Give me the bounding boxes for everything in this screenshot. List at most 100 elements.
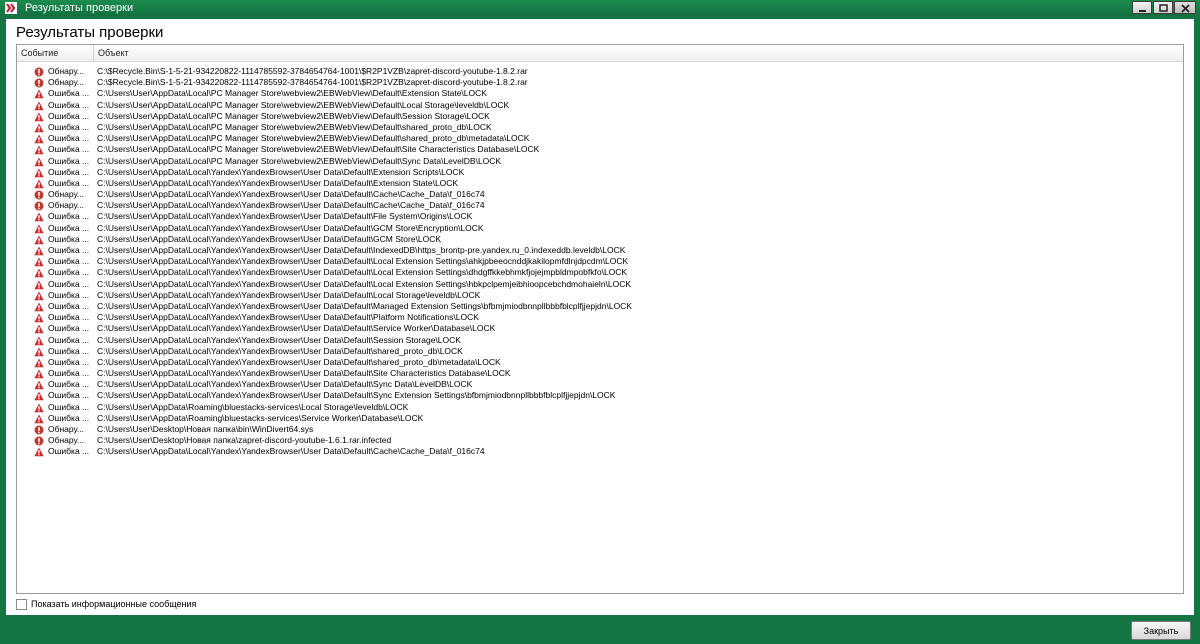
event-cell: Ошибка ... (48, 390, 90, 401)
object-path-cell: C:\Users\User\AppData\Local\Yandex\Yande… (97, 312, 479, 323)
warning-triangle-icon (34, 302, 44, 312)
object-path-cell: C:\$Recycle.Bin\S-1-5-21-934220822-11147… (97, 77, 528, 88)
table-row[interactable]: Ошибка ... C:\Users\User\AppData\Local\Ya… (17, 368, 1183, 379)
table-row[interactable]: Ошибка ... C:\Users\User\AppData\Local\Ya… (17, 256, 1183, 267)
table-row[interactable]: Ошибка ... C:\Users\User\AppData\Local\Ya… (17, 335, 1183, 346)
show-info-messages-option[interactable]: Показать информационные сообщения (16, 598, 196, 611)
table-row[interactable]: Ошибка ... C:\Users\User\AppData\Local\PC… (17, 100, 1183, 111)
table-row[interactable]: Ошибка ... C:\Users\User\AppData\Local\PC… (17, 144, 1183, 155)
table-row[interactable]: Ошибка ... C:\Users\User\AppData\Local\PC… (17, 133, 1183, 144)
close-window-button[interactable] (1174, 1, 1196, 14)
event-cell: Ошибка ... (48, 233, 90, 244)
warning-triangle-icon (34, 369, 44, 379)
column-header-object[interactable]: Объект (94, 45, 1183, 61)
table-rows: Обнару... C:\$Recycle.Bin\S-1-5-21-934220… (17, 66, 1183, 458)
warning-triangle-icon (34, 145, 44, 155)
table-row[interactable]: Обнару... C:\$Recycle.Bin\S-1-5-21-934220… (17, 66, 1183, 77)
object-path-cell: C:\Users\User\AppData\Local\Yandex\Yande… (97, 166, 465, 177)
close-icon (1181, 4, 1190, 13)
table-row[interactable]: Ошибка ... C:\Users\User\AppData\Local\Ya… (17, 211, 1183, 222)
table-row[interactable]: Ошибка ... C:\Users\User\AppData\Local\Ya… (17, 312, 1183, 323)
table-row[interactable]: Ошибка ... C:\Users\User\AppData\Local\Ya… (17, 301, 1183, 312)
table-row[interactable]: Ошибка ... C:\Users\User\AppData\Local\Ya… (17, 379, 1183, 390)
object-path-cell: C:\Users\User\AppData\Local\Yandex\Yande… (97, 222, 484, 233)
object-path-cell: C:\Users\User\AppData\Local\PC Manager S… (97, 110, 490, 121)
title-bar[interactable]: Результаты проверки (0, 0, 1200, 16)
table-row[interactable]: Ошибка ... C:\Users\User\AppData\Local\Ya… (17, 323, 1183, 334)
table-row[interactable]: Ошибка ... C:\Users\User\AppData\Local\Ya… (17, 346, 1183, 357)
object-path-cell: C:\Users\User\AppData\Local\PC Manager S… (97, 133, 530, 144)
object-path-cell: C:\$Recycle.Bin\S-1-5-21-934220822-11147… (97, 66, 528, 76)
table-row[interactable]: Ошибка ... C:\Users\User\AppData\Local\Ya… (17, 245, 1183, 256)
detect-circle-icon (34, 190, 44, 200)
table-row[interactable]: Обнару... C:\Users\User\AppData\Local\Yan… (17, 200, 1183, 211)
object-path-cell: C:\Users\User\AppData\Local\PC Manager S… (97, 144, 540, 155)
warning-triangle-icon (34, 257, 44, 267)
table-row[interactable]: Ошибка ... C:\Users\User\AppData\Local\Ya… (17, 267, 1183, 278)
event-cell: Ошибка ... (48, 323, 90, 334)
object-path-cell: C:\Users\User\AppData\Roaming\bluestacks… (97, 401, 409, 412)
event-cell: Ошибка ... (48, 368, 90, 379)
table-row[interactable]: Ошибка ... C:\Users\User\AppData\Local\PC… (17, 88, 1183, 99)
table-row[interactable]: Ошибка ... C:\Users\User\AppData\Local\PC… (17, 111, 1183, 122)
table-row[interactable]: Ошибка ... C:\Users\User\AppData\Roaming\… (17, 413, 1183, 424)
table-row[interactable]: Ошибка ... C:\Users\User\AppData\Local\Ya… (17, 290, 1183, 301)
minimize-button[interactable] (1132, 1, 1152, 14)
warning-triangle-icon (34, 336, 44, 345)
event-cell: Ошибка ... (48, 99, 90, 110)
event-cell: Ошибка ... (48, 222, 90, 233)
table-row[interactable]: Ошибка ... C:\Users\User\AppData\Local\Ya… (17, 390, 1183, 401)
event-cell: Ошибка ... (48, 155, 90, 166)
table-row[interactable]: Ошибка ... C:\Users\User\AppData\Roaming\… (17, 402, 1183, 413)
object-path-cell: C:\Users\User\AppData\Local\Yandex\Yande… (97, 334, 461, 345)
object-path-cell: C:\Users\User\AppData\Local\Yandex\Yande… (97, 200, 485, 211)
warning-triangle-icon (34, 324, 44, 334)
object-path-cell: C:\Users\User\AppData\Local\Yandex\Yande… (97, 267, 628, 278)
table-row[interactable]: Ошибка ... C:\Users\User\AppData\Local\Ya… (17, 223, 1183, 234)
object-path-cell: C:\Users\User\AppData\Local\Yandex\Yande… (97, 177, 459, 188)
event-cell: Ошибка ... (48, 110, 90, 121)
table-row[interactable]: Ошибка ... C:\Users\User\AppData\Local\Ya… (17, 279, 1183, 290)
event-cell: Обнару... (48, 424, 85, 434)
close-button[interactable]: Закрыть (1131, 621, 1191, 640)
object-path-cell: C:\Users\User\AppData\Local\Yandex\Yande… (97, 390, 616, 401)
object-path-cell: C:\Users\User\AppData\Local\Yandex\Yande… (97, 189, 485, 200)
page-title: Результаты проверки (16, 24, 164, 41)
event-cell: Обнару... (48, 435, 85, 446)
object-path-cell: C:\Users\User\AppData\Local\PC Manager S… (97, 155, 502, 166)
table-row[interactable]: Ошибка ... C:\Users\User\AppData\Local\Ya… (17, 167, 1183, 178)
table-row[interactable]: Ошибка ... C:\Users\User\AppData\Local\PC… (17, 122, 1183, 133)
object-path-cell: C:\Users\User\AppData\Local\PC Manager S… (97, 121, 492, 132)
event-cell: Ошибка ... (48, 289, 90, 300)
table-row[interactable]: Ошибка ... C:\Users\User\AppData\Local\Ya… (17, 446, 1183, 457)
table-row[interactable]: Обнару... C:\Users\User\AppData\Local\Yan… (17, 189, 1183, 200)
object-path-cell: C:\Users\User\AppData\Roaming\bluestacks… (97, 412, 424, 423)
object-path-cell: C:\Users\User\AppData\Local\Yandex\Yande… (97, 233, 442, 244)
warning-triangle-icon (34, 403, 44, 412)
warning-triangle-icon (34, 347, 44, 356)
event-cell: Ошибка ... (48, 278, 90, 289)
table-row[interactable]: Ошибка ... C:\Users\User\AppData\Local\Ya… (17, 234, 1183, 245)
table-row[interactable]: Обнару... C:\Users\User\Desktop\Новая пап… (17, 435, 1183, 446)
object-path-cell: C:\Users\User\AppData\Local\Yandex\Yande… (97, 278, 632, 289)
table-row[interactable]: Обнару... C:\Users\User\Desktop\Новая пап… (17, 424, 1183, 435)
event-cell: Ошибка ... (48, 256, 90, 267)
results-window: Результаты проверки Результаты проверки … (0, 0, 1200, 644)
results-table[interactable]: Событие Объект Обнару... C:\$Recycle.Bin\… (16, 44, 1184, 594)
event-cell: Обнару... (48, 200, 85, 211)
column-header-event[interactable]: Событие (17, 45, 94, 61)
show-info-checkbox[interactable] (16, 599, 27, 611)
table-row[interactable]: Обнару... C:\$Recycle.Bin\S-1-5-21-934220… (17, 77, 1183, 88)
detect-circle-icon (34, 67, 44, 77)
warning-triangle-icon (34, 235, 44, 245)
event-cell: Ошибка ... (48, 446, 90, 457)
event-cell: Ошибка ... (48, 334, 90, 345)
event-cell: Обнару... (48, 189, 85, 200)
minimize-icon (1139, 10, 1146, 12)
table-row[interactable]: Ошибка ... C:\Users\User\AppData\Local\Ya… (17, 357, 1183, 368)
window-title: Результаты проверки (25, 2, 134, 14)
table-row[interactable]: Ошибка ... C:\Users\User\AppData\Local\PC… (17, 156, 1183, 167)
table-row[interactable]: Ошибка ... C:\Users\User\AppData\Local\Ya… (17, 178, 1183, 189)
maximize-button[interactable] (1153, 1, 1173, 14)
object-path-cell: C:\Users\User\AppData\Local\Yandex\Yande… (97, 211, 473, 222)
